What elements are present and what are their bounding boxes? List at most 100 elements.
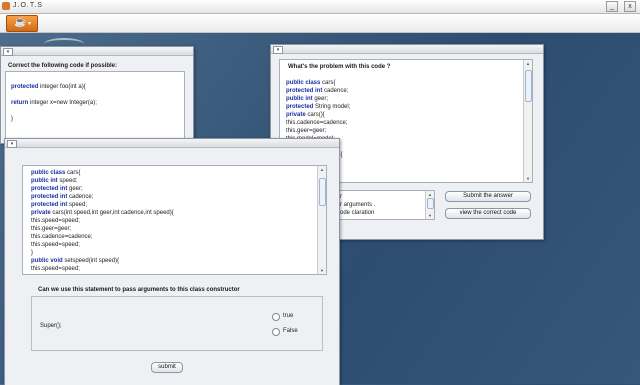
- code-text: String model;: [313, 104, 351, 110]
- code-text: this.speed=speed;: [31, 266, 80, 272]
- options-scrollbar[interactable]: ▲ ▼: [425, 191, 434, 219]
- code-keyword: protected int: [286, 88, 323, 94]
- java-cup-icon: ☕: [14, 17, 27, 28]
- code-text: cadence;: [67, 194, 94, 200]
- scroll-thumb[interactable]: [525, 70, 532, 102]
- code-text: }: [31, 250, 34, 256]
- close-button[interactable]: x: [624, 1, 636, 12]
- code-text: integer foo(int a){: [38, 84, 86, 90]
- code-text: cars(){: [305, 112, 325, 118]
- code-text: cars{: [65, 170, 81, 176]
- code-text: this.speed=speed;: [31, 242, 80, 248]
- code-line: this.speed=speed;: [31, 217, 315, 225]
- options-lines: rr arguments . ode claration: [340, 193, 375, 217]
- code-text: this.cadence=cadence;: [31, 234, 93, 240]
- code-text: cadence;: [322, 88, 349, 94]
- vertical-scrollbar[interactable]: ▲ ▼: [317, 166, 326, 274]
- scroll-thumb[interactable]: [319, 178, 326, 206]
- scroll-thumb[interactable]: [427, 198, 434, 209]
- code-line: protected int geer;: [31, 185, 315, 193]
- window-menu-icon[interactable]: ▾: [3, 48, 13, 56]
- code-area: protected integer foo(int a){ return inte…: [5, 71, 185, 143]
- code-line: return integer x=new Integer(a);: [11, 99, 184, 107]
- code-keyword: private: [286, 112, 306, 118]
- title-bar: J.O.T.S _ x: [0, 0, 640, 14]
- code-keyword: protected: [11, 84, 39, 90]
- option-item[interactable]: r arguments .: [340, 201, 375, 209]
- answer-group: Super(); true False: [31, 296, 323, 351]
- code-text: setspeed(int speed){: [62, 258, 120, 264]
- code-keyword: public class: [31, 170, 66, 176]
- toolbar: ☕ ▾: [0, 14, 640, 33]
- window-menu-icon[interactable]: ▾: [273, 46, 283, 54]
- code-keyword: public int: [286, 96, 313, 102]
- window-header: ▾: [271, 45, 543, 54]
- option-item[interactable]: ode claration: [340, 209, 375, 217]
- code-line: protected int cadence;: [31, 193, 315, 201]
- code-text: this.geer=geer;: [286, 128, 327, 134]
- radio-false-label[interactable]: False: [283, 328, 298, 334]
- window-menu-icon[interactable]: ▾: [7, 140, 17, 148]
- code-line: this.speed=speed;: [31, 241, 315, 249]
- code-keyword: public void: [31, 258, 63, 264]
- code-keyword: protected int: [31, 186, 68, 192]
- scroll-down-icon[interactable]: ▼: [426, 212, 434, 219]
- code-lines: public class cars{public int speed; prote…: [31, 169, 315, 273]
- code-line: this.cadence=cadence;: [286, 119, 522, 127]
- window-header: ▾: [1, 47, 193, 56]
- code-area: public class cars{public int speed; prote…: [22, 165, 327, 275]
- code-line: public int geer;: [286, 95, 522, 103]
- question-heading: Can we use this statement to pass argume…: [38, 287, 240, 293]
- question-heading: Correct the following code if possible:: [8, 63, 118, 69]
- code-line: this.geer=geer;: [31, 225, 315, 233]
- code-keyword: protected: [286, 104, 314, 110]
- code-text: cars{: [320, 80, 336, 86]
- code-keyword: public class: [286, 80, 321, 86]
- code-line: private cars(){: [286, 111, 522, 119]
- question-window-front: ▾ public class cars{public int speed; pro…: [4, 138, 340, 385]
- radio-true[interactable]: [272, 313, 280, 321]
- scroll-up-icon[interactable]: ▲: [524, 60, 532, 67]
- code-text: speed;: [67, 202, 88, 208]
- code-keyword: public int: [31, 178, 58, 184]
- window-title: J.O.T.S: [13, 2, 43, 9]
- statement-text: Super();: [40, 323, 62, 329]
- minimize-button[interactable]: _: [606, 1, 618, 12]
- code-line: this.speed=speed;: [31, 265, 315, 273]
- code-text: geer;: [67, 186, 83, 192]
- code-text: cars(int speed,int geer,int cadence,int …: [50, 210, 174, 216]
- code-line: this.cadence=cadence;: [31, 233, 315, 241]
- question-heading: What's the problem with this code ?: [288, 64, 391, 70]
- code-line: }: [11, 115, 184, 123]
- question-window-left: ▾ Correct the following code if possible…: [0, 46, 194, 144]
- code-text: this.speed=speed;: [31, 218, 80, 224]
- code-keyword: protected int: [31, 194, 68, 200]
- scroll-up-icon[interactable]: ▲: [318, 166, 326, 173]
- option-item[interactable]: r: [340, 193, 375, 201]
- scroll-up-icon[interactable]: ▲: [426, 191, 434, 198]
- submit-answer-button[interactable]: Submit the answer: [445, 191, 531, 202]
- code-line: public class cars{: [286, 79, 522, 87]
- scroll-down-icon[interactable]: ▼: [524, 175, 532, 182]
- code-text: geer;: [312, 96, 329, 102]
- radio-false[interactable]: [272, 328, 280, 336]
- code-line: this.geer=geer;: [286, 127, 522, 135]
- code-text: speed;: [57, 178, 78, 184]
- menu-button[interactable]: ☕ ▾: [6, 15, 38, 32]
- code-text: this.cadence=cadence;: [286, 120, 348, 126]
- vertical-scrollbar[interactable]: ▲ ▼: [523, 60, 532, 182]
- scroll-down-icon[interactable]: ▼: [318, 267, 326, 274]
- view-correct-code-button[interactable]: view the correct code: [445, 208, 531, 219]
- code-line: public int speed;: [31, 177, 315, 185]
- code-keyword: return: [11, 100, 29, 106]
- radio-true-label[interactable]: true: [283, 313, 293, 319]
- code-line: protected String model;: [286, 103, 522, 111]
- code-line: public void setspeed(int speed){: [31, 257, 315, 265]
- submit-button[interactable]: submit: [151, 362, 183, 373]
- code-keyword: protected int: [31, 202, 68, 208]
- code-line: private cars(int speed,int geer,int cade…: [31, 209, 315, 217]
- app-icon: [2, 2, 10, 10]
